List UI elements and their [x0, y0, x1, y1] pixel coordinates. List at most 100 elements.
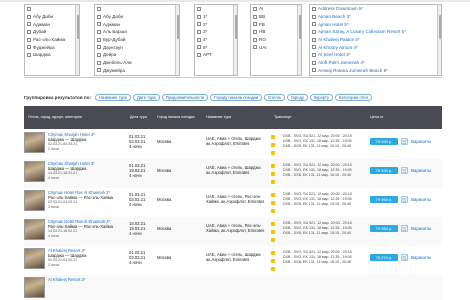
price-button[interactable]: 79 984 р.	[370, 225, 398, 232]
checkbox[interactable]	[197, 29, 201, 34]
scrollbar[interactable]	[175, 5, 179, 75]
group-chip[interactable]: Городу	[286, 93, 308, 101]
cart-icon[interactable]: 🛒	[401, 254, 408, 261]
filter-option[interactable]: Фуджейра	[25, 43, 79, 51]
checkbox[interactable]	[312, 22, 316, 27]
checkbox[interactable]	[97, 14, 101, 19]
checkbox[interactable]	[97, 68, 101, 73]
filter-option[interactable]: APT	[195, 51, 237, 59]
filter-option[interactable]: Ajman Hotel 5*	[310, 20, 441, 28]
checkbox[interactable]	[312, 29, 316, 34]
group-chip[interactable]: Отелю	[264, 93, 285, 101]
checkbox[interactable]	[312, 60, 316, 65]
cart-icon[interactable]: 🛒	[401, 138, 408, 145]
checkbox[interactable]	[97, 52, 101, 57]
checkbox[interactable]	[253, 29, 257, 34]
variants-link[interactable]: Варианты	[411, 255, 431, 260]
checkbox[interactable]	[97, 6, 101, 11]
checkbox[interactable]	[253, 37, 257, 42]
checkbox[interactable]	[27, 22, 31, 27]
filter-option[interactable]	[195, 5, 237, 13]
checkbox[interactable]	[253, 14, 257, 19]
region-list[interactable]: Абу Даби Аджман Дубай Рас-эль-Хайма Фуджейра…	[24, 4, 80, 76]
checkbox[interactable]	[97, 37, 101, 42]
filter-option[interactable]: Address Downtown 5*	[310, 5, 441, 13]
filter-option[interactable]: Рас-эль-Хайма	[25, 36, 79, 44]
hotel-photo[interactable]	[24, 132, 45, 153]
checkbox[interactable]	[312, 45, 316, 50]
filter-option[interactable]: HB	[251, 28, 301, 36]
checkbox[interactable]	[197, 6, 201, 11]
filter-option[interactable]: Anantara Dubai The Palm Resort & Spa 5*	[310, 74, 441, 75]
checkbox[interactable]	[97, 22, 101, 27]
filter-option[interactable]: Джебель-Али	[95, 59, 179, 67]
group-chip[interactable]: Курорту	[309, 93, 333, 101]
filter-option[interactable]: 1*	[195, 13, 237, 21]
checkbox[interactable]	[197, 14, 201, 19]
variants-link[interactable]: Варианты	[411, 197, 431, 202]
hotel-list[interactable]: Address Downtown 5* Ajman Beach 3* Ajman H…	[309, 4, 442, 76]
price-button[interactable]: 79 984 р.	[370, 196, 398, 203]
checkbox[interactable]	[253, 45, 257, 50]
filter-option[interactable]: UAI	[251, 43, 301, 51]
price-button[interactable]: 75 520 р.	[370, 167, 398, 174]
checkbox[interactable]	[253, 22, 257, 27]
checkbox[interactable]	[27, 52, 31, 57]
cart-icon[interactable]: 🛒	[401, 196, 408, 203]
filter-option[interactable]: Aloft Palm Jumeirah 4*	[310, 59, 441, 67]
checkbox[interactable]	[312, 6, 316, 11]
variants-link[interactable]: Варианты	[411, 226, 431, 231]
cart-icon[interactable]: 🛒	[401, 167, 408, 174]
checkbox[interactable]	[27, 6, 31, 11]
checkbox[interactable]	[312, 14, 316, 19]
scrollbar[interactable]	[437, 5, 441, 75]
checkbox[interactable]	[97, 29, 101, 34]
variants-link[interactable]: Варианты	[411, 139, 431, 144]
filter-option[interactable]: Al Seef Hotel 3*	[310, 51, 441, 59]
filter-option[interactable]: Джумейра	[95, 67, 179, 75]
checkbox[interactable]	[197, 37, 201, 42]
checkbox[interactable]	[27, 37, 31, 42]
meal-list[interactable]: AI BB FB HB RO UAI	[250, 4, 302, 76]
price-button[interactable]: 79 274 р.	[370, 254, 398, 261]
group-chip[interactable]: Дате тура	[132, 93, 160, 101]
hotel-photo[interactable]	[24, 219, 45, 240]
filter-option[interactable]: 2*	[195, 20, 237, 28]
checkbox[interactable]	[197, 22, 201, 27]
group-chip[interactable]: Продолжительности	[161, 93, 209, 101]
filter-option[interactable]: Аджман	[25, 20, 79, 28]
filter-option[interactable]: Абу Даби	[25, 13, 79, 21]
scrollbar[interactable]	[297, 5, 301, 75]
variants-link[interactable]: Варианты	[411, 168, 431, 173]
price-button[interactable]: 75 520 р.	[370, 138, 398, 145]
checkbox[interactable]	[27, 45, 31, 50]
filter-option[interactable]: 4*	[195, 36, 237, 44]
filter-option[interactable]: Дубай Парки	[95, 74, 179, 75]
group-chip[interactable]: Городу начала поездки	[210, 93, 263, 101]
filter-option[interactable]: RO	[251, 36, 301, 44]
filter-option[interactable]: Дейра	[95, 51, 179, 59]
checkbox[interactable]	[312, 68, 316, 73]
filter-option[interactable]: Дубай	[25, 28, 79, 36]
checkbox[interactable]	[312, 37, 316, 42]
hotel-name-link[interactable]: Al Khaleej Resort 3*	[48, 277, 128, 282]
filter-option[interactable]: Даунтаун	[95, 43, 179, 51]
hotel-photo[interactable]	[24, 277, 45, 298]
filter-option[interactable]: FB	[251, 20, 301, 28]
resort-list[interactable]: Абу Даби Аджман Аль Барша Бур-Дубай Даунтаун…	[94, 4, 180, 76]
group-chip[interactable]: Название тура	[95, 93, 131, 101]
filter-option[interactable]: AI	[251, 5, 301, 13]
filter-option[interactable]: Шарджа	[25, 51, 79, 59]
filter-option[interactable]: Al Khaleej Palace 4*	[310, 36, 441, 44]
checkbox[interactable]	[27, 14, 31, 19]
scrollbar[interactable]	[233, 5, 237, 75]
hotel-photo[interactable]	[24, 161, 45, 182]
filter-option[interactable]: Бур-Дубай	[95, 36, 179, 44]
filter-option[interactable]: 3*	[195, 28, 237, 36]
filter-option[interactable]: BB	[251, 13, 301, 21]
filter-option[interactable]: Amwaj Rotana Jumeirah Beach 5*	[310, 67, 441, 75]
checkbox[interactable]	[197, 52, 201, 57]
checkbox[interactable]	[27, 29, 31, 34]
checkbox[interactable]	[97, 60, 101, 65]
filter-option[interactable]: Ajman Saray, A Luxury Collection Resort …	[310, 28, 441, 36]
